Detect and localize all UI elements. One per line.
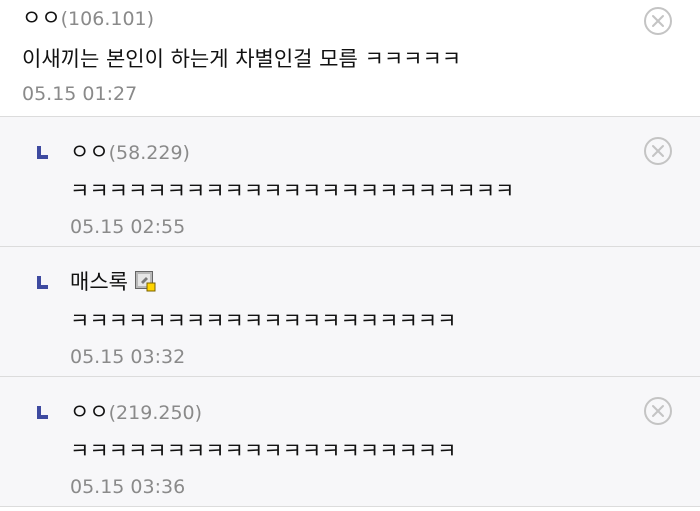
circle-x-icon bbox=[644, 137, 672, 165]
reply-text: ㅋㅋㅋㅋㅋㅋㅋㅋㅋㅋㅋㅋㅋㅋㅋㅋㅋㅋㅋㅋㅋㅋㅋ bbox=[70, 179, 515, 203]
reply-arrow-icon bbox=[37, 146, 48, 159]
reply-ip: (58.229) bbox=[108, 142, 190, 164]
comment-nickname[interactable]: ㅇㅇ bbox=[22, 6, 61, 30]
reply-arrow-icon bbox=[37, 406, 48, 419]
comment-text: 이새끼는 본인이 하는게 차별인걸 모름 ㅋㅋㅋㅋㅋ bbox=[22, 47, 462, 71]
comment-date: 05.15 01:27 bbox=[22, 83, 138, 105]
comment-item: ㅇㅇ(106.101) 이새끼는 본인이 하는게 차별인걸 모름 ㅋㅋㅋㅋㅋ 0… bbox=[0, 0, 700, 117]
reply-item: 매스록 ㅋㅋㅋㅋㅋㅋㅋㅋㅋㅋㅋㅋㅋㅋㅋㅋㅋㅋㅋㅋ 05.15 03:32 bbox=[0, 247, 700, 377]
comment-author: ㅇㅇ(106.101) bbox=[22, 3, 700, 33]
circle-x-icon bbox=[644, 7, 672, 35]
delete-reply-button[interactable] bbox=[643, 136, 673, 166]
fixed-nick-member-icon bbox=[134, 270, 156, 292]
reply-date: 05.15 03:32 bbox=[70, 346, 186, 368]
reply-item: ㅇㅇ(58.229) ㅋㅋㅋㅋㅋㅋㅋㅋㅋㅋㅋㅋㅋㅋㅋㅋㅋㅋㅋㅋㅋㅋㅋ 05.15… bbox=[0, 117, 700, 247]
circle-x-icon bbox=[644, 397, 672, 425]
comment-ip: (106.101) bbox=[60, 8, 155, 30]
reply-arrow-icon bbox=[37, 276, 48, 289]
reply-nickname[interactable]: 매스록 bbox=[70, 270, 128, 294]
comment-list: ㅇㅇ(106.101) 이새끼는 본인이 하는게 차별인걸 모름 ㅋㅋㅋㅋㅋ 0… bbox=[0, 0, 700, 507]
delete-comment-button[interactable] bbox=[643, 6, 673, 36]
reply-item: ㅇㅇ(219.250) ㅋㅋㅋㅋㅋㅋㅋㅋㅋㅋㅋㅋㅋㅋㅋㅋㅋㅋㅋㅋ 05.15 0… bbox=[0, 377, 700, 507]
reply-text: ㅋㅋㅋㅋㅋㅋㅋㅋㅋㅋㅋㅋㅋㅋㅋㅋㅋㅋㅋㅋ bbox=[70, 309, 457, 333]
reply-date: 05.15 03:36 bbox=[70, 476, 186, 498]
delete-reply-button[interactable] bbox=[643, 396, 673, 426]
reply-author: ㅇㅇ(58.229) bbox=[70, 137, 700, 167]
reply-author: 매스록 bbox=[70, 267, 700, 297]
reply-nickname[interactable]: ㅇㅇ bbox=[70, 400, 109, 424]
reply-ip: (219.250) bbox=[108, 402, 203, 424]
reply-author: ㅇㅇ(219.250) bbox=[70, 397, 700, 427]
reply-nickname[interactable]: ㅇㅇ bbox=[70, 140, 109, 164]
reply-text: ㅋㅋㅋㅋㅋㅋㅋㅋㅋㅋㅋㅋㅋㅋㅋㅋㅋㅋㅋㅋ bbox=[70, 439, 457, 463]
reply-date: 05.15 02:55 bbox=[70, 216, 186, 238]
